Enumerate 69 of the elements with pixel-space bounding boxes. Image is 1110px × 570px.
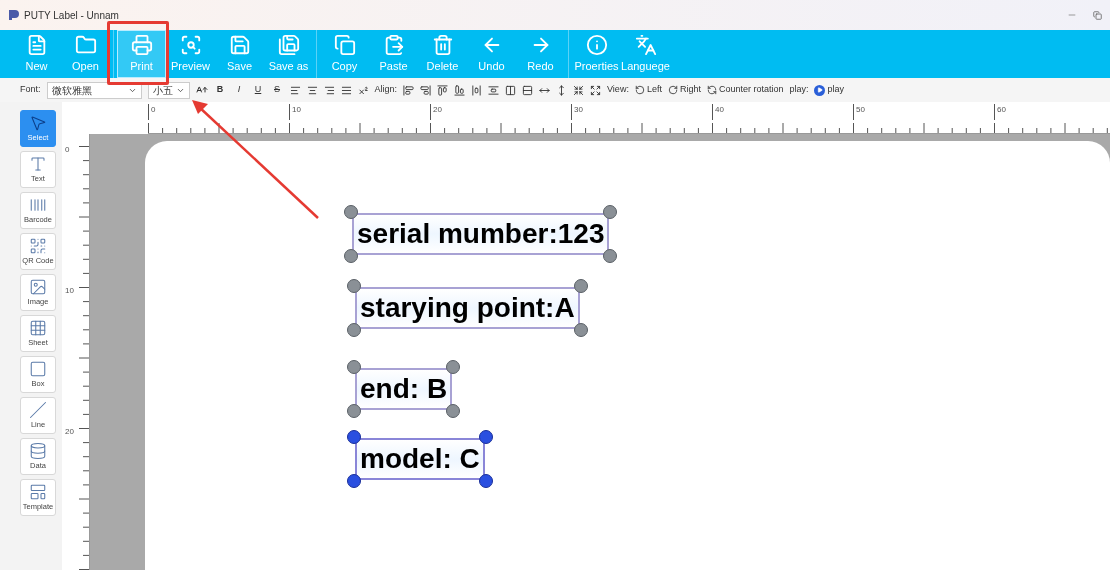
- grid-icon: [29, 318, 47, 337]
- align-label: Align:: [374, 83, 398, 97]
- pointer-icon: [29, 113, 47, 132]
- language-icon: [634, 33, 657, 56]
- line-icon: [29, 400, 47, 419]
- alignment-icon[interactable]: [488, 84, 500, 96]
- play-icon: [814, 84, 826, 96]
- template-icon: [29, 482, 47, 501]
- alignment-icon[interactable]: [403, 84, 415, 96]
- ruler-number: 0: [65, 144, 70, 156]
- ruler-number: 30: [571, 104, 583, 120]
- square-icon: [29, 359, 47, 378]
- alignment-icon[interactable]: [471, 84, 483, 96]
- ruler-number: 10: [289, 104, 301, 120]
- ruler-number: 10: [65, 285, 74, 297]
- magnifier-icon: [179, 33, 202, 56]
- style-button[interactable]: U: [251, 83, 265, 97]
- style-button[interactable]: S: [270, 83, 284, 97]
- align-left-icon[interactable]: [289, 84, 301, 96]
- qr-code-icon: [29, 236, 47, 255]
- text-object[interactable]: end: B: [355, 368, 453, 410]
- alignment-icon[interactable]: [420, 84, 432, 96]
- highlight-frame: [107, 21, 169, 85]
- alignment-icon[interactable]: [522, 84, 534, 96]
- size-dropdown[interactable]: 小五: [147, 81, 190, 99]
- save-as-icon: [277, 33, 300, 56]
- ruler-number: 20: [65, 426, 74, 438]
- ruler-number: 20: [430, 104, 442, 120]
- view-button[interactable]: Right: [667, 83, 701, 97]
- counter-rotation-icon: [706, 85, 717, 95]
- superscript-icon[interactable]: [357, 84, 369, 96]
- style-button[interactable]: B: [213, 83, 227, 97]
- image-icon: [29, 277, 47, 296]
- font-label: Font:: [20, 83, 41, 97]
- app-logo-icon: [8, 9, 20, 21]
- ruler-number: 50: [853, 104, 865, 120]
- database-icon: [29, 441, 47, 460]
- copy-icon: [333, 33, 356, 56]
- info-icon: [585, 33, 608, 56]
- text-object[interactable]: serial mumber:123: [352, 213, 610, 255]
- ruler-number: 60: [994, 104, 1006, 120]
- font-grow-icon[interactable]: [195, 84, 208, 96]
- alignment-icon[interactable]: [505, 84, 517, 96]
- alignment-icon[interactable]: [437, 84, 449, 96]
- trash-icon: [431, 33, 454, 56]
- save-icon: [228, 33, 251, 56]
- view-button[interactable]: Left: [634, 83, 662, 97]
- view-button[interactable]: Counter rotation: [706, 83, 784, 97]
- text-icon: [29, 154, 47, 173]
- align-right-icon[interactable]: [323, 84, 335, 96]
- rotate-left-icon: [634, 85, 645, 95]
- printer-icon: [130, 33, 153, 56]
- ruler-number: 0: [148, 104, 156, 120]
- window-title: PUTY Label - Unnam: [24, 8, 119, 23]
- ruler-number: 40: [712, 104, 724, 120]
- align-center-icon[interactable]: [306, 84, 318, 96]
- style-button[interactable]: I: [232, 83, 246, 97]
- text-object[interactable]: model: C: [355, 438, 485, 480]
- font-dropdown[interactable]: 微软雅黑: [46, 81, 142, 99]
- alignment-icon[interactable]: [590, 84, 602, 96]
- align-justify-icon[interactable]: [340, 84, 352, 96]
- alignment-icon[interactable]: [454, 84, 466, 96]
- alignment-icon[interactable]: [573, 84, 585, 96]
- play-button[interactable]: play: [814, 83, 844, 97]
- play-label: play:: [789, 83, 809, 97]
- view-label: View:: [607, 83, 629, 97]
- text-object[interactable]: starying point:A: [355, 287, 580, 329]
- folder-icon: [74, 33, 97, 56]
- rotate-right-icon: [667, 85, 678, 95]
